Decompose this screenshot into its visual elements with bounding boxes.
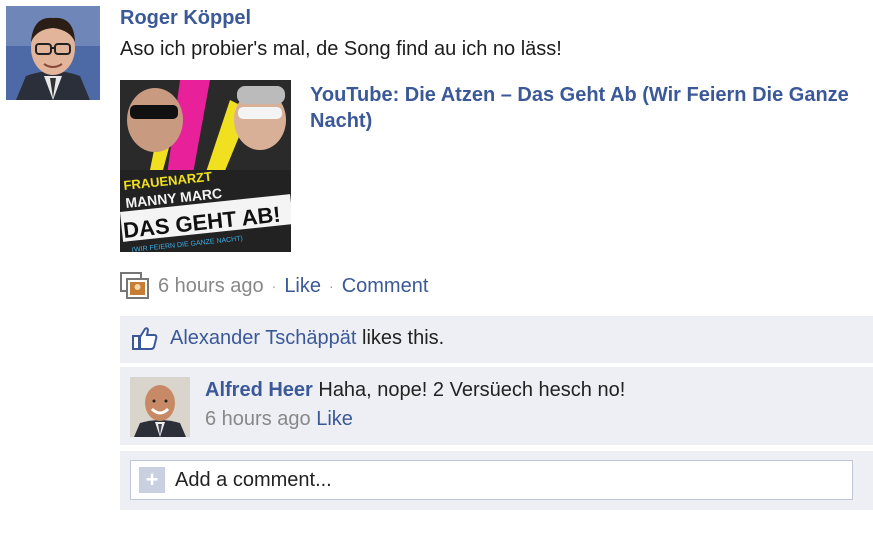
shared-post-icon [120, 272, 149, 299]
liker-name[interactable]: Alexander Tschäppät [170, 327, 356, 350]
likes-summary: Alexander Tschäppät likes this. [132, 326, 444, 350]
comment-item: Alfred Heer Haha, nope! 2 Versüech hesch… [120, 367, 873, 445]
post-meta: 6 hours ago · Like · Comment [120, 272, 428, 300]
likes-panel: Alexander Tschäppät likes this. [120, 316, 873, 363]
album-art-image: FRAUENARZT MANNY MARC DAS GEHT AB! (WIR … [120, 80, 291, 252]
commenter-avatar[interactable] [130, 377, 190, 437]
post-author[interactable]: Roger Köppel [120, 7, 251, 30]
post-timestamp[interactable]: 6 hours ago [158, 275, 264, 298]
comment-text: Haha, nope! 2 Versüech hesch no! [312, 379, 626, 401]
thumbs-up-icon [132, 327, 158, 350]
video-link-title[interactable]: YouTube: Die Atzen – Das Geht Ab (Wir Fe… [310, 82, 855, 134]
author-avatar[interactable] [6, 6, 100, 100]
comment-link[interactable]: Comment [342, 275, 429, 298]
comment-meta: 6 hours ago Like [205, 408, 353, 431]
likes-suffix: likes this. [356, 326, 445, 349]
meta-separator: · [271, 278, 277, 294]
add-comment-placeholder: Add a comment... [175, 468, 332, 491]
like-link[interactable]: Like [284, 275, 321, 298]
comment-timestamp[interactable]: 6 hours ago [205, 408, 311, 430]
add-comment-input[interactable]: + Add a comment... [130, 460, 853, 500]
comment-author[interactable]: Alfred Heer [205, 379, 313, 401]
plus-icon: + [139, 467, 165, 493]
commenter-portrait [130, 377, 190, 437]
add-comment-panel: + Add a comment... [120, 451, 873, 510]
comment-like-link[interactable]: Like [316, 408, 353, 430]
post-message: Aso ich probier's mal, de Song find au i… [120, 38, 562, 60]
meta-separator: · [329, 278, 334, 294]
video-thumbnail[interactable]: FRAUENARZT MANNY MARC DAS GEHT AB! (WIR … [120, 80, 291, 252]
author-portrait [6, 6, 100, 100]
comment-body: Alfred Heer Haha, nope! 2 Versüech hesch… [205, 379, 625, 402]
